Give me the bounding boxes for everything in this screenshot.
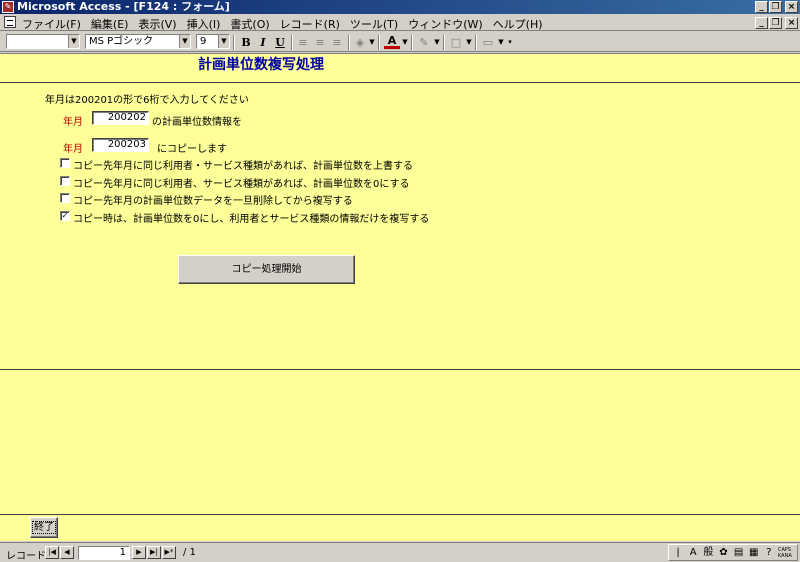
menu-edit[interactable]: 編集(E) (91, 16, 129, 32)
menu-help[interactable]: ヘルプ(H) (493, 16, 543, 32)
menu-tools[interactable]: ツール(T) (350, 16, 398, 32)
instruction-label: 年月は200201の形で6桁で入力してください (45, 95, 249, 106)
form-area: 計画単位数複写処理 年月は200201の形で6桁で入力してください 年月 200… (0, 53, 800, 541)
doc-close-button[interactable]: × (785, 17, 798, 29)
chevron-down-icon[interactable]: ▼ (465, 35, 473, 50)
menu-insert[interactable]: 挿入(I) (187, 16, 221, 32)
new-record-icon[interactable]: ▶* (162, 546, 176, 559)
record-navigation-bar: レコード: |◀ ◀ 1 ▶ ▶| ▶* / 1 | A 般 ✿ ▤ ▦ ? C… (0, 542, 800, 562)
menu-window[interactable]: ウィンドウ(W) (408, 16, 482, 32)
chevron-down-icon[interactable]: ▼ (433, 35, 441, 50)
option-copy-info-only-checkbox[interactable]: ✓ (60, 211, 70, 221)
toolbar-options-icon[interactable]: ▾ (506, 35, 514, 50)
chevron-down-icon: ▼ (218, 35, 229, 48)
font-color-icon[interactable]: A (384, 35, 400, 49)
option-delete-first-checkbox[interactable] (60, 193, 70, 203)
object-combo[interactable]: ▼ (6, 34, 80, 49)
toolbar-separator (443, 35, 445, 50)
bold-button[interactable]: B (238, 35, 254, 50)
caps-kana-indicator: CAPS KANA (777, 546, 792, 559)
fill-color-icon[interactable]: ◈ (352, 35, 368, 50)
header-divider (0, 82, 800, 83)
option-overwrite-checkbox[interactable] (60, 158, 70, 168)
chevron-down-icon[interactable]: ▼ (497, 35, 505, 50)
option-overwrite-label: コピー先年月に同じ利用者・サービス種類があれば、計画単位数を上書する (73, 161, 413, 172)
target-month-input[interactable]: 200203 (92, 138, 149, 152)
ime-grip-icon[interactable]: | (672, 546, 684, 559)
first-record-icon[interactable]: |◀ (45, 546, 59, 559)
previous-record-icon[interactable]: ◀ (60, 546, 74, 559)
ime-toolbar: | A 般 ✿ ▤ ▦ ? CAPS KANA (668, 544, 798, 561)
ime-mode[interactable]: 般 (702, 546, 714, 559)
doc-restore-button[interactable]: ❐ (769, 17, 782, 29)
align-center-icon[interactable]: ≡ (312, 35, 328, 50)
ime-help-icon[interactable]: ? (763, 546, 775, 559)
window-titlebar[interactable]: ✎ Microsoft Access - [F124 : フォーム] _ ❐ × (0, 0, 800, 14)
source-month-input[interactable]: 200202 (92, 111, 149, 125)
underline-button[interactable]: U (272, 35, 288, 50)
window-title: Microsoft Access - [F124 : フォーム] (17, 0, 230, 13)
ime-dictionary-icon[interactable]: ▤ (733, 546, 745, 559)
record-total: / 1 (183, 547, 196, 558)
font-name-value: MS Pゴシック (89, 36, 154, 47)
record-number-input[interactable]: 1 (78, 546, 130, 560)
option-copy-info-only-label: コピー時は、計画単位数を0にし、利用者とサービス種類の情報だけを複写する (73, 214, 430, 225)
ime-pad-icon[interactable]: ▦ (748, 546, 760, 559)
form-control-menu-icon[interactable] (4, 16, 16, 28)
section-divider (0, 369, 800, 370)
target-month-label: 年月 (63, 144, 83, 155)
option-zero-label: コピー先年月に同じ利用者、サービス種類があれば、計画単位数を0にする (73, 179, 410, 190)
toolbar-separator (475, 35, 477, 50)
toolbar-separator (233, 35, 235, 50)
font-size-value: 9 (200, 36, 207, 47)
footer-divider (0, 514, 800, 515)
ime-input-mode-icon[interactable]: A (687, 546, 699, 559)
align-right-icon[interactable]: ≡ (329, 35, 345, 50)
minimize-button[interactable]: _ (755, 1, 768, 13)
toolbar-separator (291, 35, 293, 50)
menu-view[interactable]: 表示(V) (138, 16, 176, 32)
end-button[interactable]: 終了 (30, 517, 58, 538)
font-name-combo[interactable]: MS Pゴシック ▼ (85, 34, 191, 49)
chevron-down-icon[interactable]: ▼ (401, 35, 409, 50)
line-color-icon[interactable]: ✎ (416, 35, 432, 50)
chevron-down-icon: ▼ (179, 35, 190, 48)
ime-tools-icon[interactable]: ✿ (717, 546, 729, 559)
doc-minimize-button[interactable]: _ (755, 17, 768, 29)
start-copy-button[interactable]: コピー処理開始 (178, 255, 355, 284)
access-key-icon: ✎ (2, 1, 14, 13)
record-label: レコード: (6, 551, 50, 562)
font-size-combo[interactable]: 9 ▼ (196, 34, 230, 49)
page-title: 計画単位数複写処理 (198, 57, 324, 73)
menu-file[interactable]: ファイル(F) (22, 16, 81, 32)
target-suffix-label: にコピーします (157, 144, 227, 155)
toolbar-separator (411, 35, 413, 50)
align-left-icon[interactable]: ≡ (295, 35, 311, 50)
source-suffix-label: の計画単位数情報を (152, 117, 242, 128)
last-record-icon[interactable]: ▶| (147, 546, 161, 559)
menu-bar: ファイル(F) 編集(E) 表示(V) 挿入(I) 書式(O) レコード(R) … (0, 14, 800, 31)
toolbar-separator (348, 35, 350, 50)
option-zero-checkbox[interactable] (60, 176, 70, 186)
next-record-icon[interactable]: ▶ (132, 546, 146, 559)
formatting-toolbar: ▼ MS Pゴシック ▼ 9 ▼ B I U ≡ ≡ ≡ ◈ ▼ A ▼ ✎ ▼… (0, 32, 800, 52)
special-effect-icon[interactable]: ▭ (480, 35, 496, 50)
close-button[interactable]: × (785, 1, 798, 13)
menu-format[interactable]: 書式(O) (230, 16, 269, 32)
border-width-icon[interactable]: □ (448, 35, 464, 50)
chevron-down-icon[interactable]: ▼ (368, 35, 376, 50)
restore-button[interactable]: ❐ (769, 1, 782, 13)
toolbar-separator (378, 35, 380, 50)
italic-button[interactable]: I (255, 35, 271, 50)
option-delete-first-label: コピー先年月の計画単位数データを一旦削除してから複写する (73, 196, 353, 207)
source-month-label: 年月 (63, 117, 83, 128)
chevron-down-icon: ▼ (68, 35, 79, 48)
menu-records[interactable]: レコード(R) (280, 16, 340, 32)
end-button-label: 終了 (32, 521, 56, 534)
